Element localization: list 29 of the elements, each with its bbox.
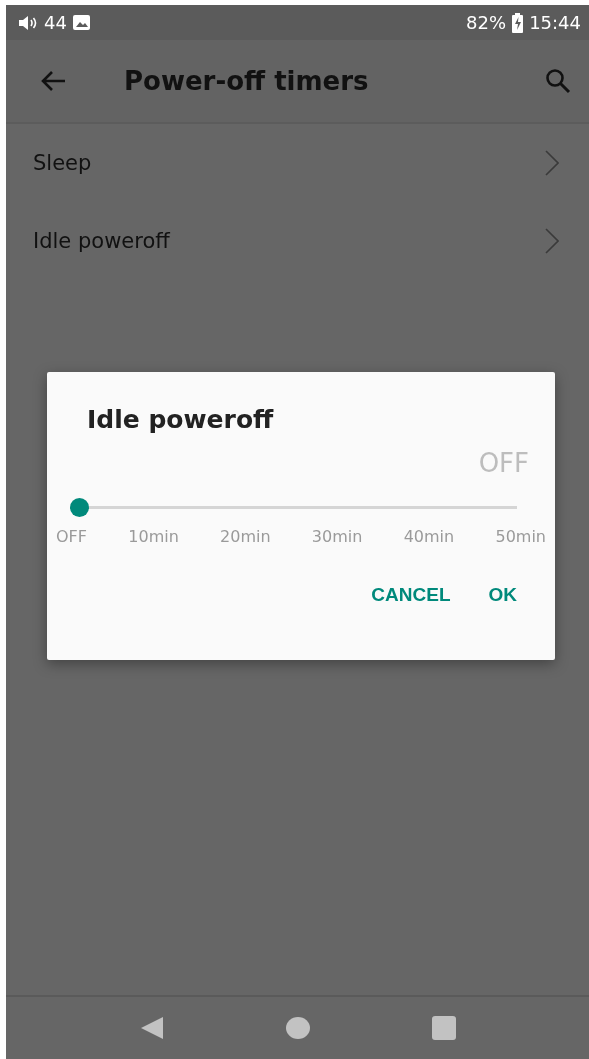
tick-label: 50min xyxy=(495,527,546,546)
dialog-button[interactable]: CANCEL xyxy=(359,576,463,614)
chevron-right-icon xyxy=(545,150,559,176)
back-triangle-icon[interactable] xyxy=(139,1016,164,1040)
tick-label: OFF xyxy=(56,527,87,546)
settings-item[interactable]: Idle poweroff xyxy=(6,202,589,280)
back-arrow-icon[interactable] xyxy=(40,70,66,92)
speaker-icon xyxy=(18,14,38,31)
tick-label: 40min xyxy=(403,527,455,546)
image-icon xyxy=(72,15,90,30)
search-icon[interactable] xyxy=(545,68,571,94)
home-circle-icon[interactable] xyxy=(285,1016,310,1040)
dialog-button[interactable]: OK xyxy=(476,576,529,614)
tick-label: 20min xyxy=(220,527,271,546)
clock: 15:44 xyxy=(529,12,581,33)
battery-percent: 82% xyxy=(466,12,507,33)
tick-label: 30min xyxy=(311,527,363,546)
settings-item-label: Idle poweroff xyxy=(33,229,170,253)
app-bar-title: Power-off timers xyxy=(124,66,370,96)
settings-item-label: Sleep xyxy=(33,151,92,175)
slider-value: OFF xyxy=(477,448,529,478)
recents-square-icon[interactable] xyxy=(431,1016,456,1040)
slider-thumb[interactable] xyxy=(70,498,89,517)
dialog-title: Idle poweroff xyxy=(87,405,275,434)
volume-level: 44 xyxy=(44,12,67,33)
battery-charging-icon xyxy=(512,12,524,33)
settings-item[interactable]: Sleep xyxy=(6,124,589,202)
tick-label: 10min xyxy=(128,527,179,546)
chevron-right-icon xyxy=(545,228,559,254)
